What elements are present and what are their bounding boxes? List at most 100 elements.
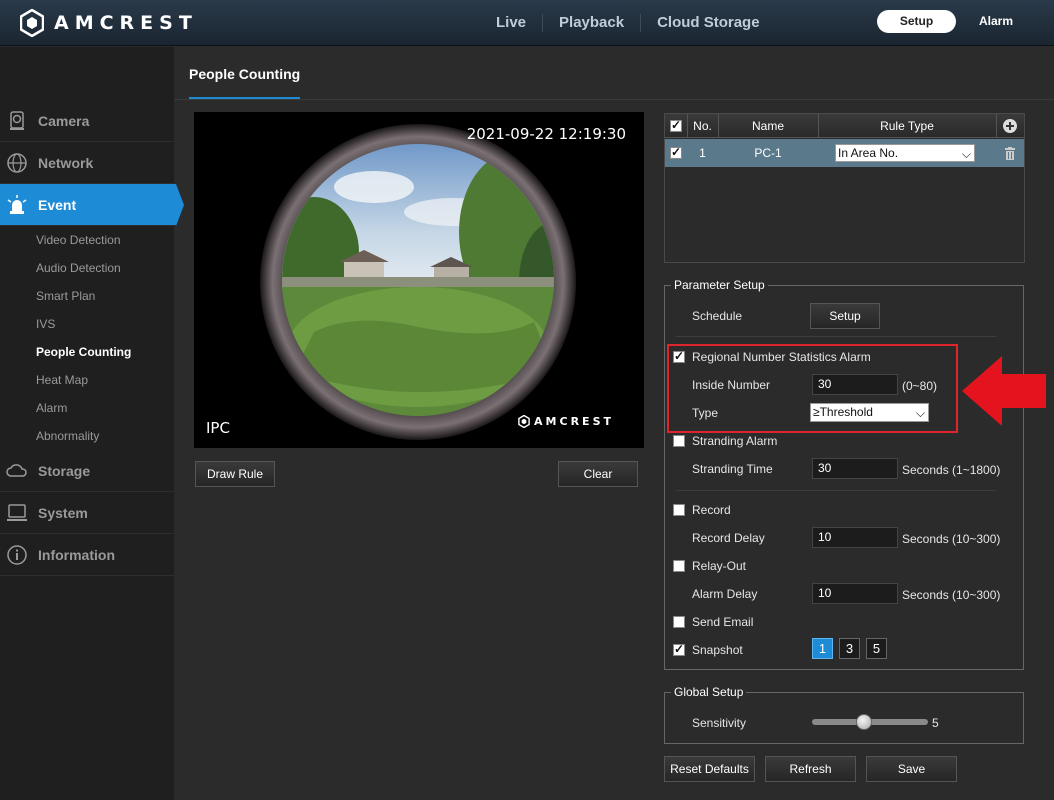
nav-cloud-storage[interactable]: Cloud Storage (641, 14, 776, 32)
alarm-delay-input[interactable]: 10 (812, 583, 898, 604)
nav-live[interactable]: Live (480, 14, 544, 32)
stranding-time-label: Stranding Time (692, 462, 773, 476)
snapshot-option-1[interactable]: 1 (812, 638, 833, 659)
sidebar-sub-heat-map[interactable]: Heat Map (36, 373, 88, 387)
relay-out-checkbox[interactable] (673, 560, 685, 572)
draw-rule-button[interactable]: Draw Rule (195, 461, 275, 487)
alarm-delay-label: Alarm Delay (692, 587, 758, 601)
header-no: No. (693, 118, 712, 133)
refresh-button[interactable]: Refresh (765, 756, 856, 782)
parameter-setup-legend: Parameter Setup (671, 278, 768, 292)
sidebar-item-camera[interactable]: Camera (0, 100, 174, 142)
sidebar-label-information: Information (38, 546, 115, 563)
divider (676, 336, 996, 337)
sidebar-sub-smart-plan[interactable]: Smart Plan (36, 289, 95, 303)
header-name: Name (751, 118, 784, 133)
sidebar: Camera Network Event Video Detection Aud… (0, 47, 184, 800)
stranding-time-input[interactable]: 30 (812, 458, 898, 479)
stranding-time-hint: Seconds (1~1800) (902, 463, 1001, 477)
alarm-light-icon (7, 194, 27, 214)
select-all-checkbox[interactable] (670, 118, 682, 132)
sidebar-sub-audio-detection[interactable]: Audio Detection (36, 261, 121, 275)
video-preview[interactable]: 2021-09-22 12:19:30 IPC AMCREST (194, 112, 644, 448)
rule-table: No. Name Rule Type 1 PC-1 In Area No. ⌵ (664, 113, 1025, 263)
sidebar-sub-people-counting[interactable]: People Counting (36, 345, 131, 359)
snapshot-checkbox[interactable] (673, 642, 685, 656)
table-row[interactable]: 1 PC-1 In Area No. ⌵ (665, 139, 1024, 167)
rule-table-header: No. Name Rule Type (665, 114, 1024, 138)
video-channel: IPC (206, 419, 230, 437)
sidebar-sub-video-detection[interactable]: Video Detection (36, 233, 121, 247)
tab-people-counting[interactable]: People Counting (189, 66, 300, 82)
info-icon (7, 544, 27, 565)
video-watermark: AMCREST (518, 415, 614, 428)
arrow-left-icon (962, 356, 1046, 426)
sidebar-sub-abnormality[interactable]: Abnormality (36, 429, 99, 443)
chevron-down-icon: ⌵ (961, 147, 971, 161)
video-timestamp: 2021-09-22 12:19:30 (466, 125, 626, 143)
nav-alarm[interactable]: Alarm (979, 10, 1013, 33)
sensitivity-value: 5 (932, 716, 939, 730)
rule-type-select[interactable]: In Area No. ⌵ (835, 144, 975, 162)
add-rule-cell (996, 114, 1024, 137)
record-delay-label: Record Delay (692, 531, 765, 545)
header-rule-type: Rule Type (880, 118, 934, 133)
add-icon[interactable] (1003, 118, 1017, 133)
highlight-box (667, 344, 958, 433)
nav-playback[interactable]: Playback (543, 14, 642, 32)
sidebar-item-information[interactable]: Information (0, 534, 174, 576)
brand-name: AMCREST (54, 12, 198, 34)
reset-defaults-button[interactable]: Reset Defaults (664, 756, 755, 782)
sidebar-label-system: System (38, 504, 88, 521)
trash-icon[interactable] (1004, 146, 1016, 160)
divider (676, 490, 996, 491)
nav-setup[interactable]: Setup (877, 10, 956, 33)
record-delay-input[interactable]: 10 (812, 527, 898, 548)
stranding-alarm-label: Stranding Alarm (692, 434, 778, 448)
relay-out-label: Relay-Out (692, 559, 747, 573)
monitor-icon (7, 503, 27, 521)
sidebar-item-storage[interactable]: Storage (0, 450, 174, 492)
global-setup-legend: Global Setup (671, 685, 747, 699)
send-email-label: Send Email (692, 615, 754, 629)
amcrest-logo[interactable]: AMCREST (20, 9, 198, 37)
sidebar-label-network: Network (38, 154, 94, 171)
schedule-setup-button[interactable]: Setup (810, 303, 880, 329)
sidebar-item-system[interactable]: System (0, 492, 174, 534)
clear-button[interactable]: Clear (558, 461, 638, 487)
tab-divider (174, 99, 1054, 100)
alarm-delay-hint: Seconds (10~300) (902, 588, 1001, 602)
record-label: Record (692, 503, 731, 517)
record-delay-hint: Seconds (10~300) (902, 532, 1001, 546)
sidebar-sub-ivs[interactable]: IVS (36, 317, 55, 331)
schedule-label: Schedule (692, 309, 743, 323)
row-name: PC-1 (754, 146, 782, 160)
delete-cell (996, 139, 1024, 167)
snapshot-option-3[interactable]: 3 (839, 638, 860, 659)
sensitivity-label: Sensitivity (692, 716, 747, 730)
top-nav: Live Playback Cloud Storage (480, 0, 776, 46)
row-checkbox[interactable] (670, 145, 682, 159)
row-checkbox-cell (665, 139, 687, 167)
sidebar-label-event: Event (38, 196, 77, 213)
top-bar: AMCREST Live Playback Cloud Storage Setu… (0, 0, 1054, 46)
watermark-logo-icon (518, 415, 530, 428)
send-email-checkbox[interactable] (673, 616, 685, 628)
fisheye-image (260, 124, 576, 440)
stranding-alarm-checkbox[interactable] (673, 435, 685, 447)
globe-icon (7, 152, 27, 173)
snapshot-option-5[interactable]: 5 (866, 638, 887, 659)
sidebar-label-camera: Camera (38, 112, 90, 129)
sidebar-item-network[interactable]: Network (0, 142, 174, 184)
sidebar-label-storage: Storage (38, 462, 91, 479)
sidebar-sub-alarm[interactable]: Alarm (36, 401, 67, 415)
record-checkbox[interactable] (673, 504, 685, 516)
snapshot-label: Snapshot (692, 643, 743, 657)
cloud-icon (6, 463, 27, 477)
save-button[interactable]: Save (866, 756, 957, 782)
amcrest-logo-icon (20, 9, 44, 37)
sensitivity-slider-handle[interactable] (856, 714, 872, 730)
row-no: 1 (699, 146, 706, 160)
rule-type-value: In Area No. (838, 146, 899, 160)
sidebar-item-event[interactable]: Event (0, 184, 184, 226)
